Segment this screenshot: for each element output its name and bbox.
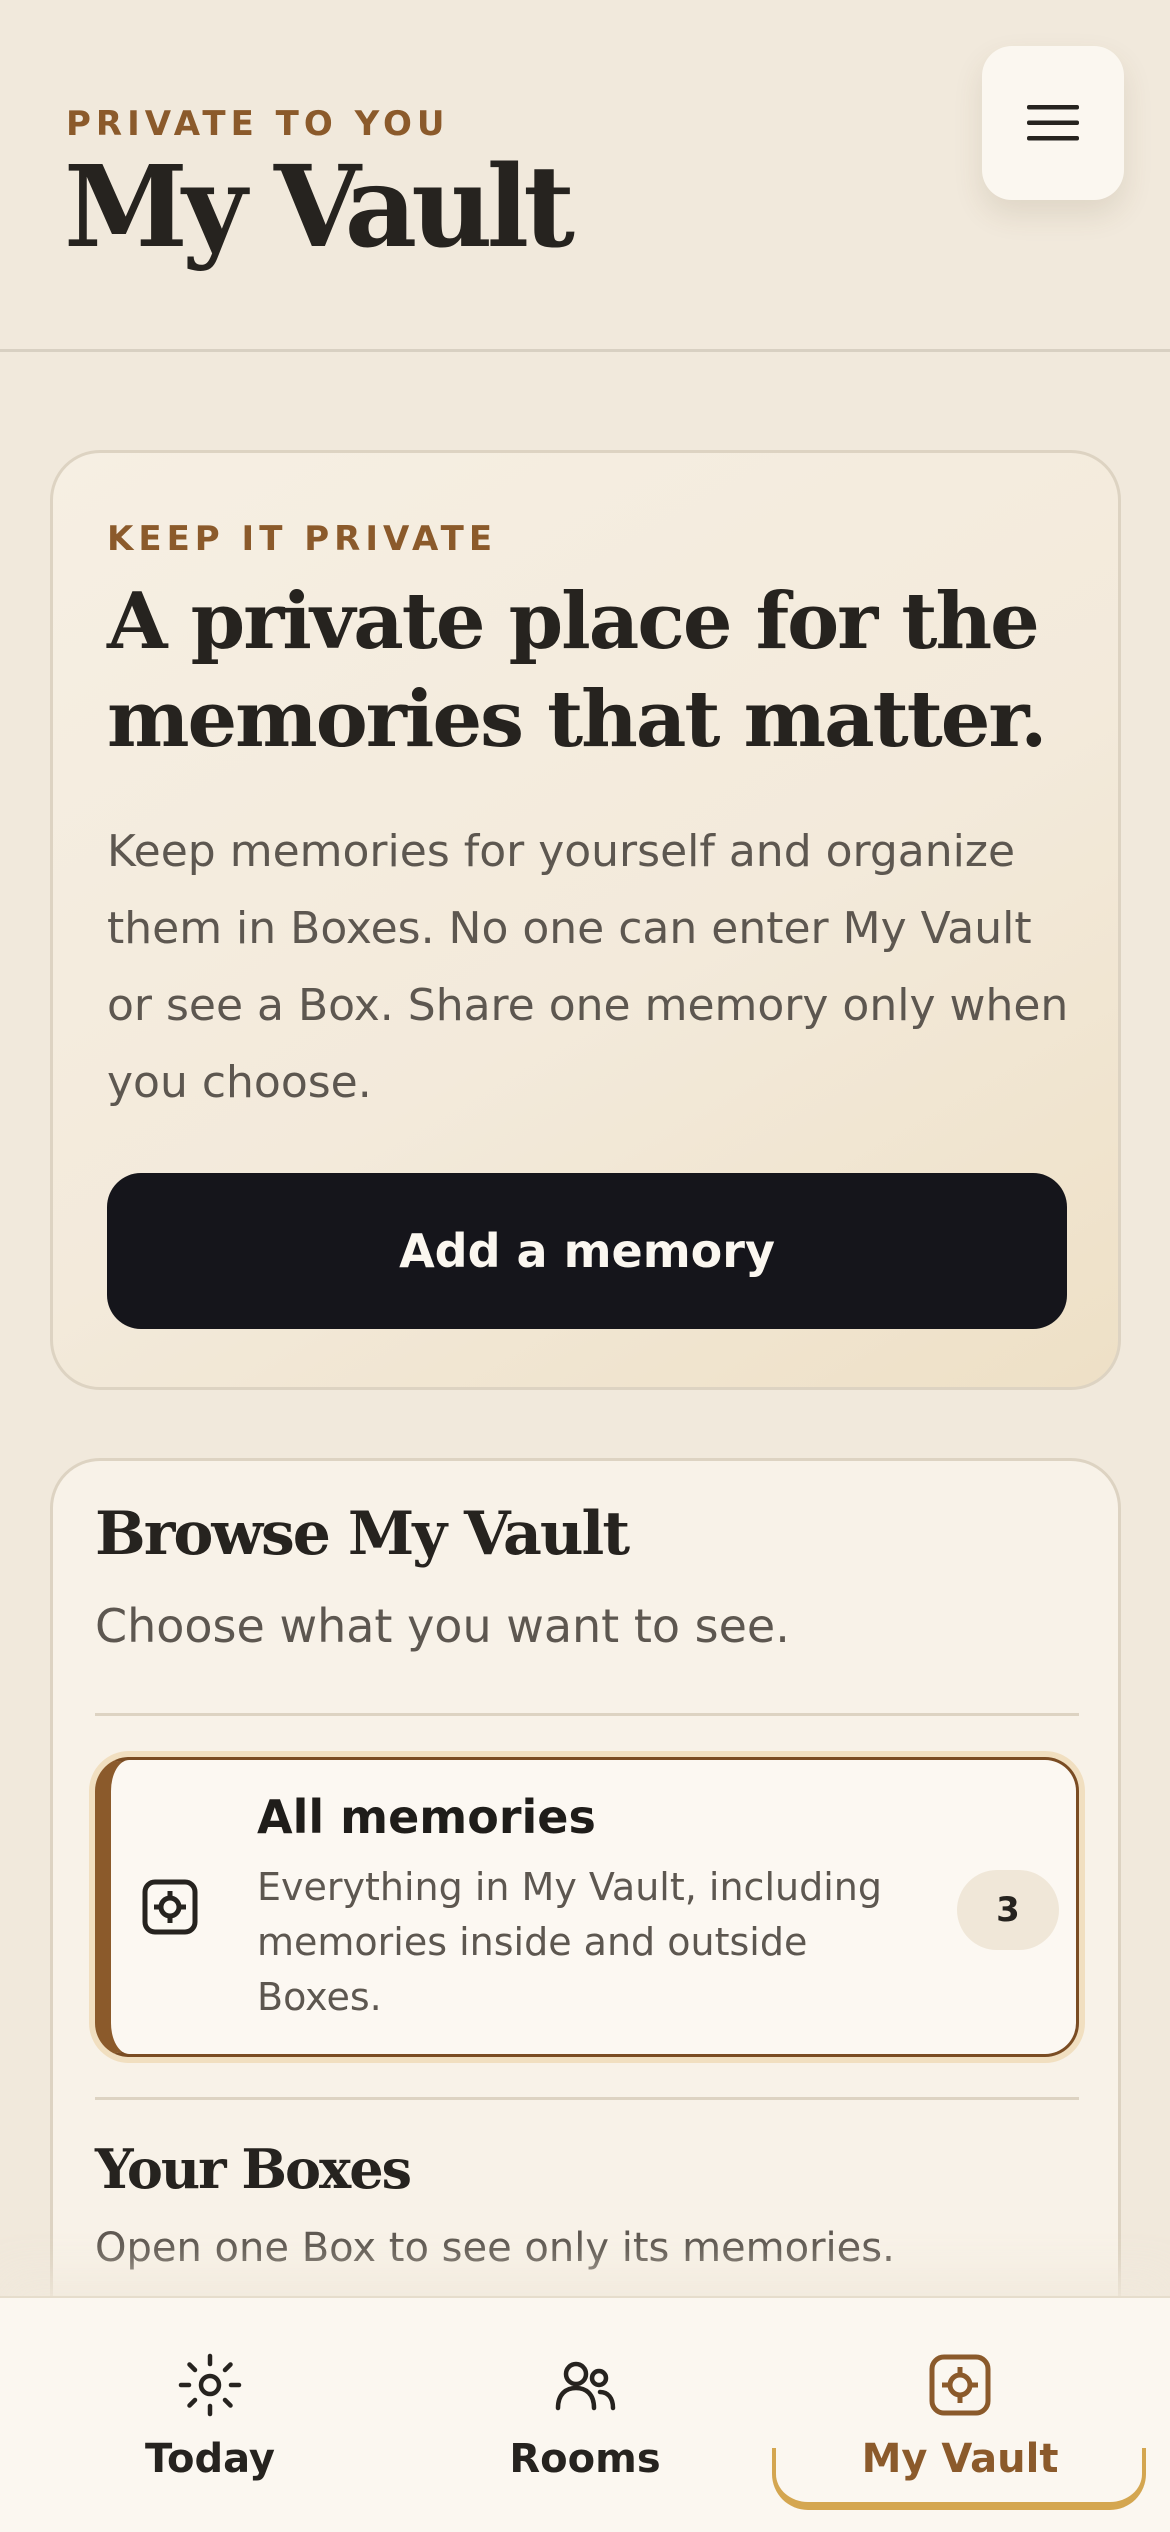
page-title: My Vault: [64, 142, 575, 273]
bottom-tab-bar: Today Rooms My Vault: [0, 2296, 1170, 2532]
hamburger-menu-icon: [1027, 105, 1079, 141]
my-vault-screen: PRIVATE TO YOU My Vault KEEP IT PRIVATE …: [0, 0, 1170, 2532]
all-memories-title: All memories: [257, 1790, 596, 1844]
memory-count-badge: 3: [957, 1870, 1059, 1950]
browse-subtitle: Choose what you want to see.: [95, 1599, 790, 1653]
header-eyebrow: PRIVATE TO YOU: [66, 104, 450, 144]
intro-card: KEEP IT PRIVATE A private place for the …: [50, 450, 1121, 1390]
people-icon: [555, 2361, 616, 2411]
tab-rooms[interactable]: Rooms: [397, 2298, 773, 2510]
tab-today-label: Today: [145, 2436, 275, 2482]
divider: [95, 2097, 1079, 2100]
menu-button[interactable]: [982, 46, 1124, 200]
intro-body: Keep memories for yourself and organize …: [107, 826, 1069, 1108]
your-boxes-title: Your Boxes: [95, 2137, 412, 2201]
tab-rooms-label: Rooms: [509, 2436, 661, 2482]
add-memory-button[interactable]: Add a memory: [107, 1173, 1067, 1329]
vault-icon: [142, 1879, 198, 1935]
your-boxes-subtitle: Open one Box to see only its memories.: [95, 2225, 895, 2271]
active-tab-indicator: [772, 2448, 1146, 2510]
vault-icon: [929, 2354, 991, 2416]
divider: [95, 1713, 1079, 1716]
header: PRIVATE TO YOU My Vault: [0, 0, 1170, 352]
intro-heading: A private place for the memories that ma…: [107, 576, 1047, 765]
sun-icon: [178, 2353, 242, 2417]
browse-title: Browse My Vault: [95, 1499, 630, 1569]
all-memories-option[interactable]: All memories Everything in My Vault, inc…: [95, 1757, 1079, 2057]
all-memories-description: Everything in My Vault, including memori…: [257, 1865, 882, 2019]
intro-eyebrow: KEEP IT PRIVATE: [107, 519, 498, 559]
tab-today[interactable]: Today: [22, 2298, 398, 2510]
